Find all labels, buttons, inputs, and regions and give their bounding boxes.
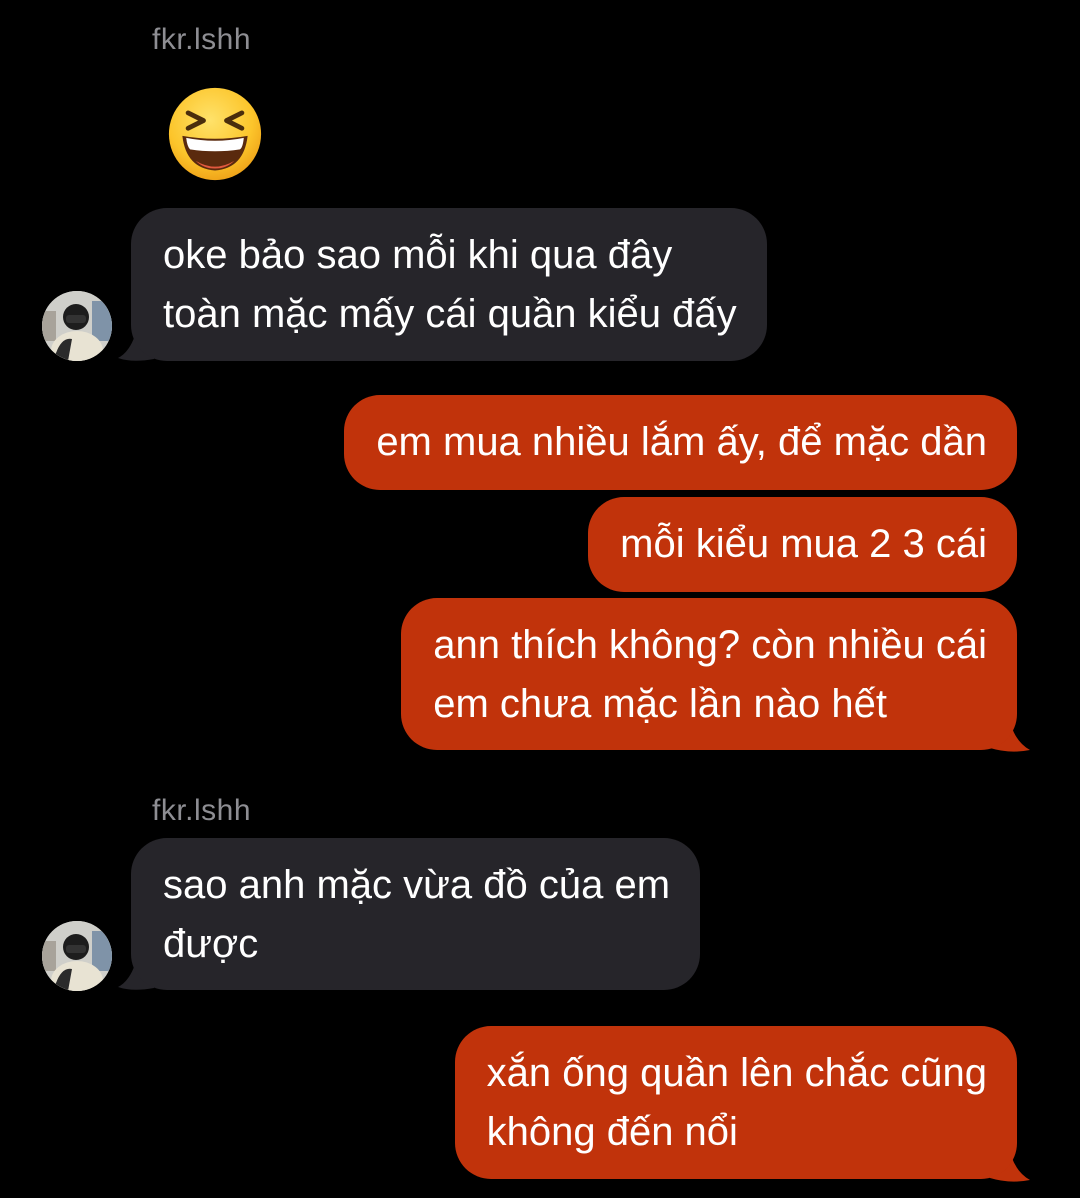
- message-text-line: sao anh mặc vừa đồ của em: [163, 863, 671, 907]
- avatar[interactable]: [42, 921, 112, 991]
- user-avatar-photo: [42, 921, 112, 991]
- message-text-line: em chưa mặc lần nào hết: [433, 682, 887, 726]
- message-text-line: toàn mặc mấy cái quần kiểu đấy: [163, 292, 737, 336]
- outgoing-message-bubble[interactable]: mỗi kiểu mua 2 3 cái: [588, 497, 1017, 592]
- sender-name: fkr.lshh: [152, 23, 252, 56]
- message-text-line: em mua nhiều lắm ấy, để mặc dần: [376, 420, 987, 464]
- message-text-line: được: [163, 922, 259, 966]
- avatar[interactable]: [42, 291, 112, 361]
- message-text-line: không đến nổi: [486, 1110, 738, 1154]
- outgoing-message-bubble[interactable]: ann thích không? còn nhiều cái em chưa m…: [401, 598, 1017, 750]
- outgoing-message-bubble[interactable]: xắn ống quần lên chắc cũng không đến nổi: [454, 1026, 1017, 1179]
- user-avatar-photo: [42, 291, 112, 361]
- message-text-line: ann thích không? còn nhiều cái: [433, 623, 987, 667]
- incoming-message-bubble[interactable]: oke bảo sao mỗi khi qua đây toàn mặc mấy…: [131, 208, 767, 361]
- sender-name: fkr.lshh: [152, 794, 252, 827]
- incoming-message-bubble[interactable]: sao anh mặc vừa đồ của em được: [131, 838, 701, 990]
- message-text-line: mỗi kiểu mua 2 3 cái: [620, 522, 987, 566]
- outgoing-message-bubble[interactable]: em mua nhiều lắm ấy, để mặc dần: [344, 395, 1017, 490]
- message-text-line: oke bảo sao mỗi khi qua đây: [163, 233, 673, 277]
- message-text-line: xắn ống quần lên chắc cũng: [486, 1051, 987, 1095]
- laughing-face-emoji-icon[interactable]: [166, 86, 264, 182]
